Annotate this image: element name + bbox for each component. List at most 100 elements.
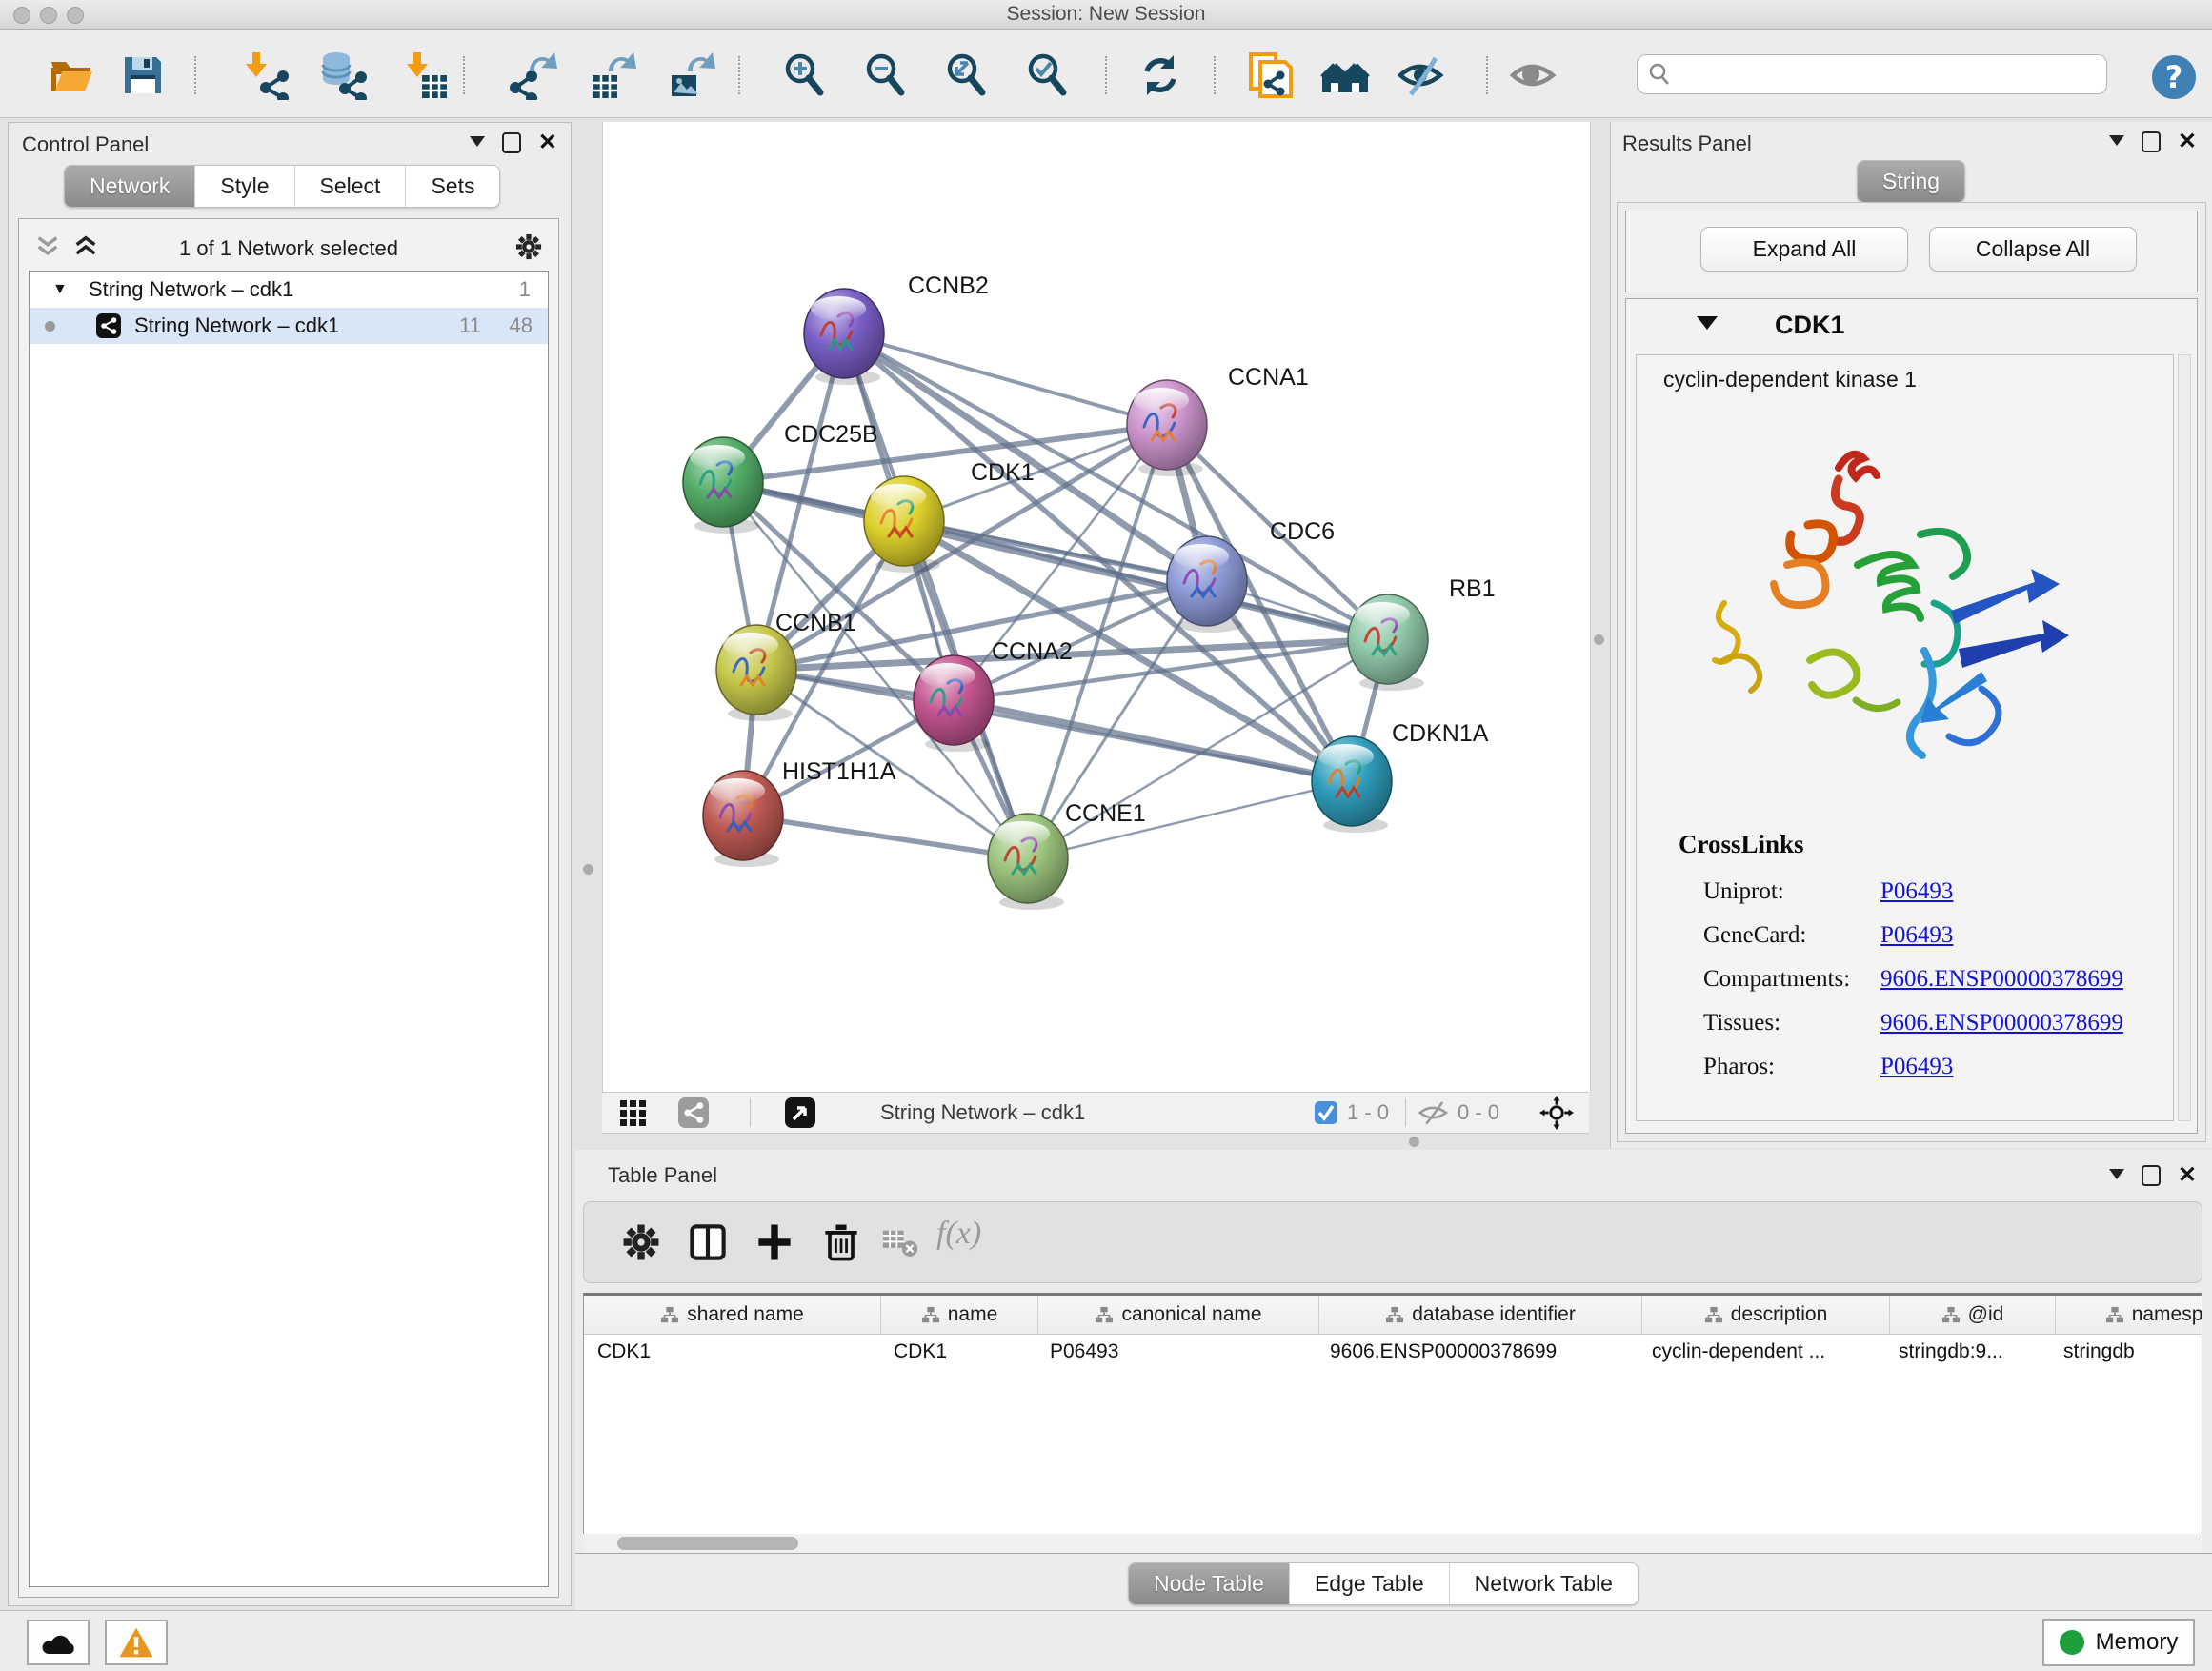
network-view-mode-icon[interactable] [678, 1097, 709, 1128]
node-CCNE1[interactable] [988, 814, 1068, 910]
panel-menu-icon[interactable] [2109, 135, 2124, 153]
memory-button[interactable]: Memory [2042, 1619, 2195, 1666]
results-scrollbar[interactable] [2178, 354, 2191, 1121]
node-CDKN1A[interactable] [1312, 736, 1392, 833]
panel-float-icon[interactable] [2142, 1165, 2161, 1186]
column-header-namespace[interactable]: namespace [2056, 1296, 2202, 1334]
cell-database-identifier[interactable]: 9606.ENSP00000378699 [1317, 1335, 1639, 1369]
tab-node-table[interactable]: Node Table [1129, 1563, 1290, 1604]
edge-CCNA2-CDKN1A[interactable] [954, 700, 1352, 781]
cell-canonical-name[interactable]: P06493 [1036, 1335, 1317, 1369]
column-header-description[interactable]: description [1642, 1296, 1890, 1334]
panel-menu-icon[interactable] [470, 136, 485, 154]
export-table-icon[interactable] [590, 50, 639, 100]
table-row[interactable]: CDK1CDK1P064939606.ENSP00000378699cyclin… [584, 1335, 2202, 1369]
show-all-eye-icon[interactable] [1509, 50, 1558, 100]
import-table-from-file-icon[interactable] [399, 50, 449, 100]
collapse-entry-icon[interactable] [1697, 316, 1718, 340]
column-header-canonical-name[interactable]: canonical name [1038, 1296, 1319, 1334]
export-network-icon[interactable] [509, 50, 558, 100]
network-options-gear-icon[interactable] [513, 231, 545, 263]
left-splitter-handle[interactable] [583, 864, 593, 875]
network-edge-count: 48 [510, 308, 533, 344]
birds-eye-view-icon[interactable] [785, 1097, 815, 1128]
expand-all-button[interactable]: Expand All [1700, 227, 1908, 272]
bottom-splitter-handle[interactable] [1409, 1137, 1419, 1147]
refresh-view-icon[interactable] [1136, 50, 1185, 100]
save-session-icon[interactable] [118, 50, 168, 100]
column-header-database-identifier[interactable]: database identifier [1319, 1296, 1642, 1334]
cloud-status-button[interactable] [27, 1620, 90, 1665]
column-header-name[interactable]: name [881, 1296, 1038, 1334]
tab-string[interactable]: String [1858, 161, 1964, 202]
tab-select[interactable]: Select [295, 166, 407, 207]
crosslink-value-link[interactable]: 9606.ENSP00000378699 [1880, 1010, 2123, 1037]
column-header-shared-name[interactable]: shared name [584, 1296, 881, 1334]
panel-float-icon[interactable] [502, 132, 521, 153]
panel-close-icon[interactable]: ✕ [2178, 1167, 2197, 1184]
window-minimize-button[interactable] [40, 7, 57, 24]
delete-column-trash-icon[interactable] [818, 1219, 864, 1265]
tab-style[interactable]: Style [195, 166, 294, 207]
show-columns-icon[interactable] [685, 1219, 731, 1265]
crosslink-value-link[interactable]: 9606.ENSP00000378699 [1880, 966, 2123, 993]
node-CDK1[interactable] [864, 476, 944, 573]
import-network-from-file-icon[interactable] [240, 50, 290, 100]
crosslink-value-link[interactable]: P06493 [1880, 878, 1953, 905]
tab-sets[interactable]: Sets [406, 166, 499, 207]
node-RB1[interactable] [1348, 594, 1428, 691]
cell-shared-name[interactable]: CDK1 [584, 1335, 880, 1369]
right-splitter-handle[interactable] [1594, 634, 1604, 645]
node-HIST1H1A[interactable] [703, 771, 783, 867]
cell-namespace[interactable]: stringdb [2050, 1335, 2202, 1369]
tab-network-table[interactable]: Network Table [1450, 1563, 1638, 1604]
zoom-selected-icon[interactable] [1023, 50, 1073, 100]
toolbar-separator [750, 1098, 751, 1127]
collapse-all-button[interactable]: Collapse All [1929, 227, 2137, 272]
add-column-icon[interactable] [752, 1219, 797, 1265]
tab-network[interactable]: Network [65, 166, 195, 207]
hide-selected-eye-slash-icon[interactable] [1397, 50, 1446, 100]
panel-close-icon[interactable]: ✕ [2178, 133, 2197, 151]
node-CCNB1[interactable] [716, 625, 796, 721]
crosslink-value-link[interactable]: P06493 [1880, 1054, 1953, 1080]
table-horizontal-scrollbar[interactable] [583, 1534, 2202, 1553]
selected-checkbox-icon[interactable] [1315, 1101, 1337, 1124]
zoom-in-icon[interactable] [780, 50, 830, 100]
network-row-selected[interactable]: String Network – cdk1 11 48 [30, 308, 548, 344]
clone-network-icon[interactable] [1244, 50, 1294, 100]
window-close-button[interactable] [13, 7, 30, 24]
zoom-out-icon[interactable] [861, 50, 911, 100]
panel-close-icon[interactable]: ✕ [538, 134, 557, 151]
search-input[interactable] [1678, 57, 2101, 91]
warnings-button[interactable] [105, 1620, 168, 1665]
table-options-gear-icon[interactable] [618, 1219, 664, 1265]
gene-name-heading: CDK1 [1775, 311, 1845, 340]
grid-view-icon[interactable] [619, 1099, 648, 1128]
column-header-at-id[interactable]: @id [1890, 1296, 2056, 1334]
delete-table-icon[interactable] [881, 1227, 919, 1259]
function-builder-icon[interactable]: f(x) [936, 1216, 1007, 1265]
network-view-canvas[interactable]: CCNB2CCNA1CDC25BCDK1CDC6RB1CCNB1CCNA2CDK… [602, 122, 1591, 1092]
scrollbar-thumb[interactable] [617, 1537, 798, 1550]
zoom-fit-icon[interactable] [942, 50, 992, 100]
edge-HIST1H1A-CCNE1[interactable] [743, 815, 1028, 858]
window-title: Session: New Session [0, 0, 2212, 29]
panel-float-icon[interactable] [2142, 131, 2161, 152]
crosslink-value-link[interactable]: P06493 [1880, 922, 1953, 949]
node-CDC25B[interactable] [683, 437, 763, 534]
panel-menu-icon[interactable] [2109, 1169, 2124, 1187]
export-image-icon[interactable] [669, 50, 718, 100]
fit-content-crosshair-icon[interactable] [1539, 1096, 1574, 1130]
cell-at-id[interactable]: stringdb:9... [1885, 1335, 2050, 1369]
home-icon[interactable] [1320, 50, 1370, 100]
tree-expander-icon[interactable]: ▼ [52, 272, 68, 308]
cell-name[interactable]: CDK1 [880, 1335, 1036, 1369]
network-collection-row[interactable]: ▼ String Network – cdk1 1 [30, 272, 548, 308]
import-network-from-database-icon[interactable] [318, 50, 368, 100]
cell-description[interactable]: cyclin-dependent ... [1639, 1335, 1885, 1369]
open-session-icon[interactable] [47, 50, 96, 100]
help-icon[interactable]: ? [2149, 52, 2199, 102]
window-zoom-button[interactable] [67, 7, 84, 24]
tab-edge-table[interactable]: Edge Table [1290, 1563, 1450, 1604]
